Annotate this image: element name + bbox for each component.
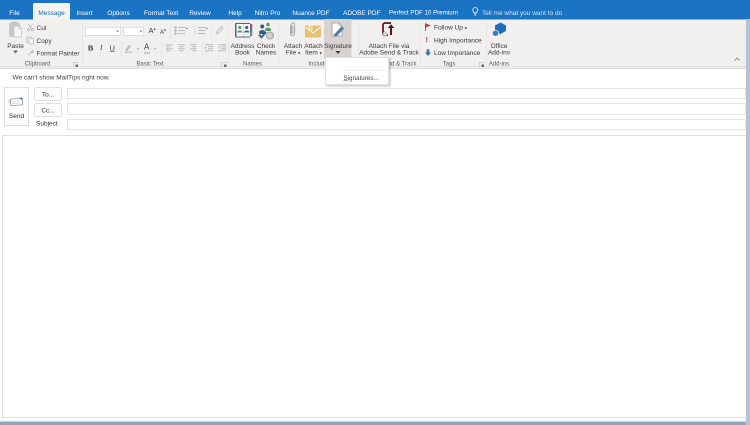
svg-text:3: 3 [194,32,196,36]
svg-text:@: @ [267,33,274,40]
